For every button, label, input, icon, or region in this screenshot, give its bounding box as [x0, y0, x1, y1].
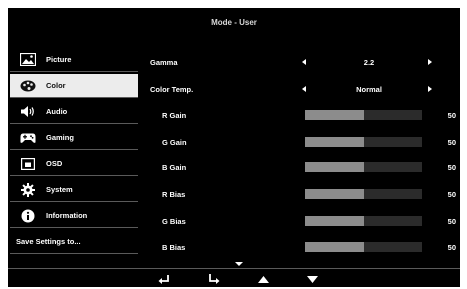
- sidebar-item-label: Information: [46, 211, 88, 220]
- g-gain-slider[interactable]: [305, 137, 422, 147]
- sidebar-item-label: Audio: [46, 107, 68, 116]
- slider-fill: [305, 162, 364, 172]
- osd-window-icon: [18, 156, 38, 172]
- gear-icon: [18, 182, 38, 198]
- title-bar: Mode - User: [8, 8, 460, 38]
- gamma-increase-arrow-icon[interactable]: [428, 59, 432, 65]
- b-bias-value: 50: [447, 242, 456, 252]
- gamma-setting[interactable]: Gamma 2.2: [150, 52, 456, 72]
- g-gain-value: 50: [447, 137, 456, 147]
- sidebar-item-gaming[interactable]: Gaming: [10, 126, 138, 150]
- color-temp-increase-arrow-icon[interactable]: [428, 86, 432, 92]
- r-bias-value: 50: [447, 189, 456, 199]
- r-bias-setting[interactable]: R Bias 50: [150, 184, 456, 204]
- r-gain-slider[interactable]: [305, 110, 422, 120]
- color-temp-decrease-arrow-icon[interactable]: [302, 86, 306, 92]
- sidebar-item-label: Gaming: [46, 133, 74, 142]
- sidebar-item-label: OSD: [46, 159, 63, 168]
- g-gain-label: G Gain: [162, 137, 187, 147]
- sidebar-item-picture[interactable]: Picture: [10, 48, 138, 72]
- g-bias-slider[interactable]: [305, 216, 422, 226]
- r-gain-setting[interactable]: R Gain 50: [150, 105, 456, 125]
- color-temp-setting[interactable]: Color Temp. Normal: [150, 79, 456, 99]
- slider-fill: [305, 137, 364, 147]
- sidebar-item-color[interactable]: Color: [10, 74, 138, 98]
- up-arrow-icon[interactable]: [255, 272, 271, 286]
- r-bias-label: R Bias: [162, 189, 186, 199]
- sidebar-item-label: Picture: [46, 55, 72, 64]
- sidebar-item-osd[interactable]: OSD: [10, 152, 138, 176]
- b-bias-slider[interactable]: [305, 242, 422, 252]
- sidebar-item-label: Color: [46, 81, 66, 90]
- down-arrow-icon[interactable]: [304, 272, 320, 286]
- speaker-icon: [18, 104, 38, 120]
- navigation-bar: [8, 268, 460, 287]
- g-bias-setting[interactable]: G Bias 50: [150, 211, 456, 231]
- info-icon: [18, 208, 38, 224]
- g-gain-setting[interactable]: G Gain 50: [150, 132, 456, 152]
- palette-icon: [18, 78, 38, 94]
- color-temp-label: Color Temp.: [150, 84, 194, 94]
- osd-menu: Mode - User Picture Color Audio Gaming O…: [8, 8, 460, 287]
- sidebar-item-label: System: [46, 185, 73, 194]
- r-gain-label: R Gain: [162, 110, 187, 120]
- b-bias-setting[interactable]: B Bias 50: [150, 237, 456, 257]
- gamma-value: 2.2: [363, 57, 375, 67]
- slider-fill: [305, 216, 364, 226]
- gamma-label: Gamma: [150, 57, 178, 67]
- sidebar-item-audio[interactable]: Audio: [10, 100, 138, 124]
- slider-fill: [305, 110, 364, 120]
- mode-title: Mode - User: [211, 18, 257, 27]
- g-bias-label: G Bias: [162, 216, 186, 226]
- slider-fill: [305, 189, 364, 199]
- r-bias-slider[interactable]: [305, 189, 422, 199]
- save-settings-label: Save Settings to...: [16, 237, 81, 246]
- enter-icon[interactable]: [206, 272, 222, 286]
- save-settings-item[interactable]: Save Settings to...: [10, 230, 138, 254]
- gamepad-icon: [18, 130, 38, 146]
- r-gain-value: 50: [447, 110, 456, 120]
- color-temp-value: Normal: [356, 84, 382, 94]
- sidebar-item-information[interactable]: Information: [10, 204, 138, 228]
- b-gain-setting[interactable]: B Gain 50: [150, 157, 456, 177]
- picture-icon: [18, 52, 38, 68]
- g-bias-value: 50: [447, 216, 456, 226]
- b-gain-slider[interactable]: [305, 162, 422, 172]
- back-icon[interactable]: [156, 272, 172, 286]
- b-gain-label: B Gain: [162, 162, 187, 172]
- scroll-down-indicator-icon: [235, 262, 243, 266]
- gamma-decrease-arrow-icon[interactable]: [302, 59, 306, 65]
- sidebar-item-system[interactable]: System: [10, 178, 138, 202]
- slider-fill: [305, 242, 364, 252]
- b-gain-value: 50: [447, 162, 456, 172]
- b-bias-label: B Bias: [162, 242, 186, 252]
